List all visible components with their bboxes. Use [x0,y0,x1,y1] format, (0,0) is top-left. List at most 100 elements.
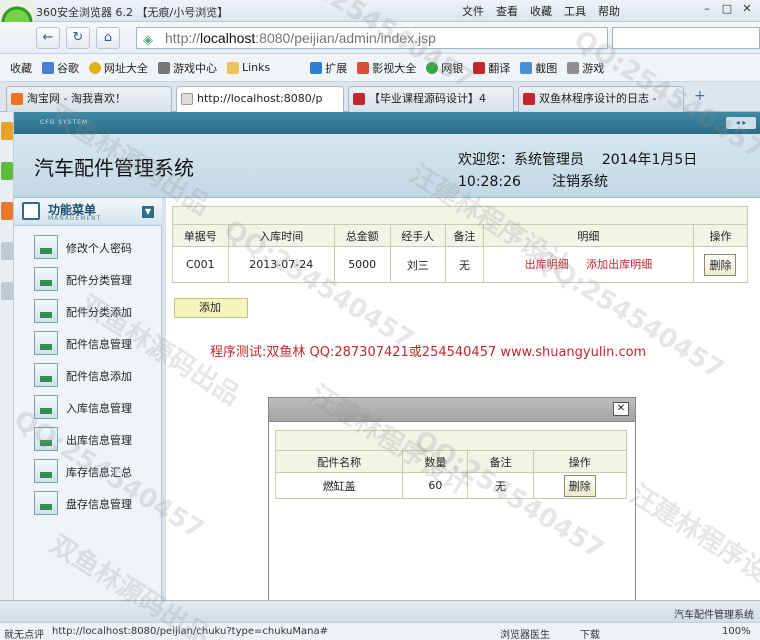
menu-item-label: 出库信息管理 [66,434,132,447]
bookmark-links[interactable]: Links [227,61,270,74]
close-icon[interactable]: ✕ [613,402,629,416]
detail-dialog: ✕ 配件名称 数量 备注 操作 燃缸盖 60 无 删除 [268,397,636,603]
browser-statusbar: 就无点评 http://localhost:8080/peijian/chuku… [0,622,760,640]
tab-course-source[interactable]: 【毕业课程源码设计】4 [348,86,514,112]
app-header: 汽车配件管理系统 欢迎您：系统管理员 2014年1月5日 10:28:26 注销… [14,134,760,198]
add-outbound-detail-link[interactable]: 添加出库明细 [586,258,652,271]
menu-item-stock-summary[interactable]: 库存信息汇总 [34,458,154,484]
bookmarks-bar: 收藏 谷歌 网址大全 游戏中心 Links 扩展 影视大全 网银 翻译 截图 游… [0,54,760,82]
url-prefix: http:// [165,30,201,46]
menu-item-icon [34,427,58,451]
bookmark-games-center[interactable]: 游戏中心 [158,60,217,76]
col-header-action: 操作 [532,450,628,473]
col-header-qty: 数量 [402,450,469,473]
add-button[interactable]: 添加 [174,298,248,318]
topbar-text: CFG SYSTEM [40,119,89,126]
refresh-button[interactable]: ↻ [66,27,90,49]
zoom-level[interactable]: 100% [722,626,751,637]
new-tab-icon[interactable]: + [694,88,706,104]
menu-help[interactable]: 帮助 [598,3,620,19]
home-button[interactable]: ⌂ [96,27,120,49]
close-window-icon[interactable]: ✕ [738,2,756,18]
dialog-header[interactable]: ✕ [269,398,635,422]
cell-handler: 刘三 [389,246,447,283]
collapse-icon[interactable]: ▼ [142,206,154,218]
current-time: 10:28:26 [458,174,521,190]
menu-view[interactable]: 查看 [496,3,518,19]
search-input[interactable] [612,27,760,49]
bookmark-games[interactable]: 游戏 [567,60,604,76]
menu-item-outbound-manage[interactable]: 出库信息管理 [34,426,154,452]
menu-item-category-add[interactable]: 配件分类添加 [34,298,154,324]
welcome-label: 欢迎您：系统管理员 [458,152,584,168]
menu-item-icon [34,459,58,483]
video-icon [357,61,370,74]
maximize-icon[interactable]: □ [718,2,736,18]
col-header-detail: 明细 [482,224,694,247]
cell-time: 2013-07-24 [227,246,335,283]
menu-item-part-manage[interactable]: 配件信息管理 [34,330,154,356]
blog-icon [523,93,535,105]
bookmark-extensions[interactable]: 扩展 [310,60,347,76]
back-button[interactable]: ← [36,27,60,49]
bookmark-screenshot[interactable]: 截图 [520,60,557,76]
menu-tools[interactable]: 工具 [564,3,586,19]
gamepad-icon [158,61,170,74]
tab-taobao[interactable]: 淘宝网 - 淘我喜欢！ [6,86,172,112]
url-input[interactable]: ◈ http://localhost:8080/peijian/admin/in… [136,27,608,49]
menu-item-label: 入库信息管理 [66,402,132,415]
col-header-note: 备注 [467,450,534,473]
col-header-time: 入库时间 [227,224,335,247]
menu-item-part-add[interactable]: 配件信息添加 [34,362,154,388]
topbar-controls[interactable]: ◂ ▸ [726,117,756,129]
delete-button[interactable]: 删除 [563,474,596,497]
translate-icon [473,61,486,74]
outbound-detail-link[interactable]: 出库明细 [525,258,569,271]
menu-header[interactable]: 功能菜单 MANAGEMENT ▼ [14,198,162,226]
bookmark-bank[interactable]: 网银 [426,60,463,76]
col-header-amount: 总金额 [333,224,391,247]
menu-item-icon [34,299,58,323]
bookmark-google[interactable]: 谷歌 [42,60,79,76]
tab-blog[interactable]: 双鱼林程序设计的日志 - [518,86,684,112]
detail-table: 配件名称 数量 备注 操作 燃缸盖 60 无 删除 [274,430,628,499]
home-menu-icon [22,202,40,220]
cell-detail: 出库明细 添加出库明细 [482,246,694,283]
delete-button[interactable]: 删除 [704,253,737,276]
app-topbar: CFG SYSTEM ◂ ▸ [14,112,760,134]
menu-file[interactable]: 文件 [462,3,484,19]
menu-favorites[interactable]: 收藏 [530,3,552,19]
outbound-table: 单据号 入库时间 总金额 经手人 备注 明细 操作 C001 2013-07-2… [172,206,749,283]
menu-item-category-manage[interactable]: 配件分类管理 [34,266,154,292]
status-download[interactable]: 下载 [580,626,600,640]
taobao-icon [11,93,23,105]
sidebar-icon-3 [1,202,13,220]
tab-strip: 淘宝网 - 淘我喜欢！ http://localhost:8080/p 【毕业课… [0,82,760,112]
scissors-icon [520,61,533,74]
url-host: localhost [200,30,256,46]
browser-title: 360安全浏览器 6.2 【无痕/小号浏览】 [36,6,229,19]
bookmark-translate[interactable]: 翻译 [473,60,510,76]
menu-item-icon [34,267,58,291]
menu-item-label: 盘存信息管理 [66,498,132,511]
cell-part-name: 燃缸盖 [274,472,404,499]
menu-item-icon [34,331,58,355]
footer-text: 汽车配件管理系统 [674,610,754,621]
browser-titlebar: 360安全浏览器 6.2 【无痕/小号浏览】 文件 查看 收藏 工具 帮助 – … [0,0,760,44]
welcome-block: 欢迎您：系统管理员 2014年1月5日 10:28:26 注销系统 [458,149,697,193]
menu-item-icon [34,395,58,419]
col-header-action: 操作 [692,224,749,247]
minimize-icon[interactable]: – [698,2,716,18]
bookmark-favorites[interactable]: 收藏 [10,60,32,76]
logout-link[interactable]: 注销系统 [552,171,608,193]
sidebar-icon-2 [1,162,13,180]
status-url: http://localhost:8080/peijian/chuku?type… [52,626,328,637]
tab-localhost[interactable]: http://localhost:8080/p [176,86,344,112]
status-doctor[interactable]: 浏览器医生 [500,626,550,640]
bookmark-sites[interactable]: 网址大全 [89,60,148,76]
menu-item-change-password[interactable]: 修改个人密码 [34,234,154,260]
table-row: 燃缸盖 60 无 删除 [274,472,628,499]
bookmark-video[interactable]: 影视大全 [357,60,416,76]
menu-item-inventory-manage[interactable]: 盘存信息管理 [34,490,154,516]
menu-item-inbound-manage[interactable]: 入库信息管理 [34,394,154,420]
